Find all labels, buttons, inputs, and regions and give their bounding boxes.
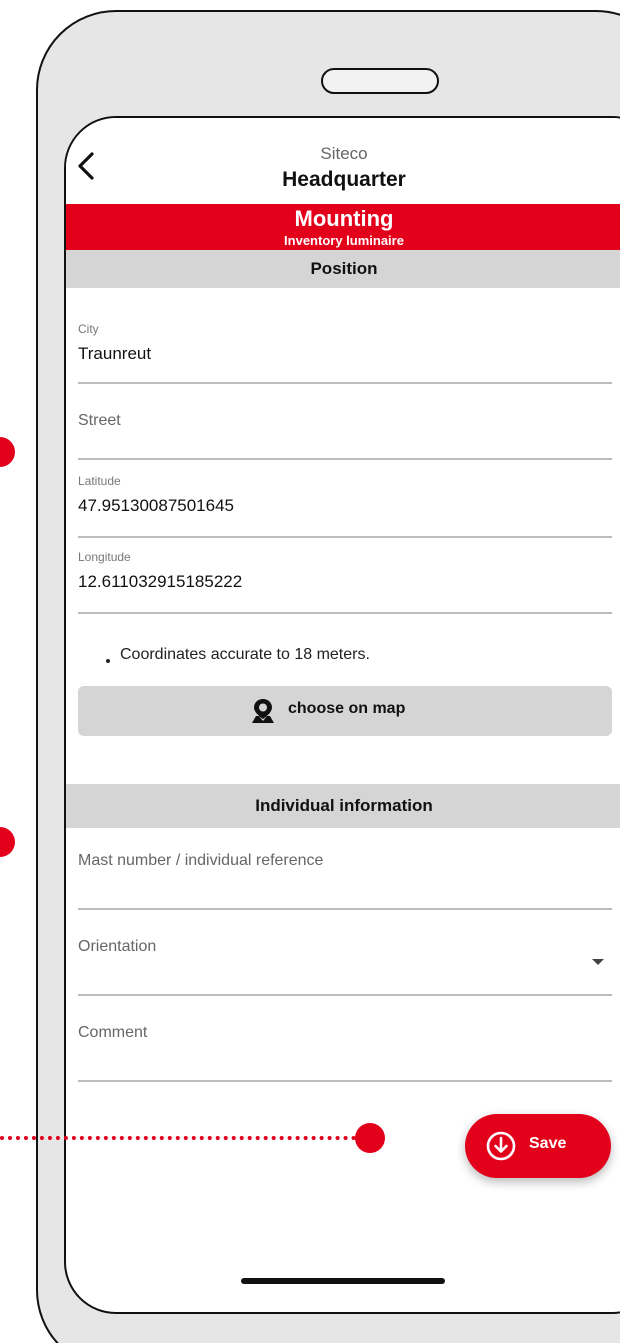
latitude-field[interactable]: Latitude 47.95130087501645 — [78, 458, 612, 538]
map-pin-icon — [252, 699, 274, 723]
download-circle-icon — [486, 1131, 516, 1161]
annotation-dot-3 — [355, 1123, 385, 1153]
city-value: Traunreut — [78, 344, 152, 363]
mode-banner: Mounting Inventory luminaire — [66, 204, 620, 250]
street-field[interactable]: Street — [78, 382, 612, 460]
banner-title: Mounting — [294, 206, 394, 231]
annotation-dot-1 — [0, 437, 15, 467]
phone-speaker — [321, 68, 439, 94]
orientation-select[interactable]: Orientation — [78, 908, 612, 996]
app-header: Siteco Headquarter — [66, 118, 620, 204]
longitude-value: 12.611032915185222 — [78, 572, 243, 591]
accuracy-bullet — [106, 659, 110, 663]
banner-subtitle: Inventory luminaire — [284, 233, 404, 248]
header-subtitle: Siteco — [320, 144, 368, 163]
position-section-header: Position — [66, 250, 620, 288]
choose-on-map-label: choose on map — [288, 700, 406, 717]
longitude-label: Longitude — [78, 550, 131, 564]
app-screen: Siteco Headquarter Mounting Inventory lu… — [64, 116, 620, 1314]
comment-placeholder: Comment — [78, 1024, 148, 1041]
mast-number-field[interactable]: Mast number / individual reference — [78, 828, 612, 910]
orientation-placeholder: Orientation — [78, 938, 157, 955]
annotation-dot-2 — [0, 827, 15, 857]
save-button[interactable]: Save — [465, 1114, 611, 1178]
comment-field[interactable]: Comment — [78, 994, 612, 1082]
latitude-value: 47.95130087501645 — [78, 496, 234, 515]
mast-number-placeholder: Mast number / individual reference — [78, 852, 324, 869]
header-title: Headquarter — [282, 168, 406, 191]
position-section-title: Position — [310, 259, 378, 278]
accuracy-text: Coordinates accurate to 18 meters. — [120, 646, 370, 663]
annotation-dotted-line — [0, 1136, 356, 1140]
choose-on-map-button[interactable]: choose on map — [78, 686, 612, 736]
city-field[interactable]: City Traunreut — [78, 316, 612, 384]
individual-section-title: Individual information — [255, 796, 433, 815]
save-label: Save — [529, 1135, 567, 1152]
dropdown-caret-icon — [592, 959, 604, 965]
city-label: City — [78, 322, 99, 336]
longitude-field[interactable]: Longitude 12.611032915185222 — [78, 536, 612, 614]
home-indicator[interactable] — [241, 1278, 445, 1284]
stage: Siteco Headquarter Mounting Inventory lu… — [0, 0, 620, 1343]
individual-section-header[interactable]: Individual information — [66, 784, 620, 828]
street-placeholder: Street — [78, 412, 121, 429]
latitude-label: Latitude — [78, 474, 121, 488]
